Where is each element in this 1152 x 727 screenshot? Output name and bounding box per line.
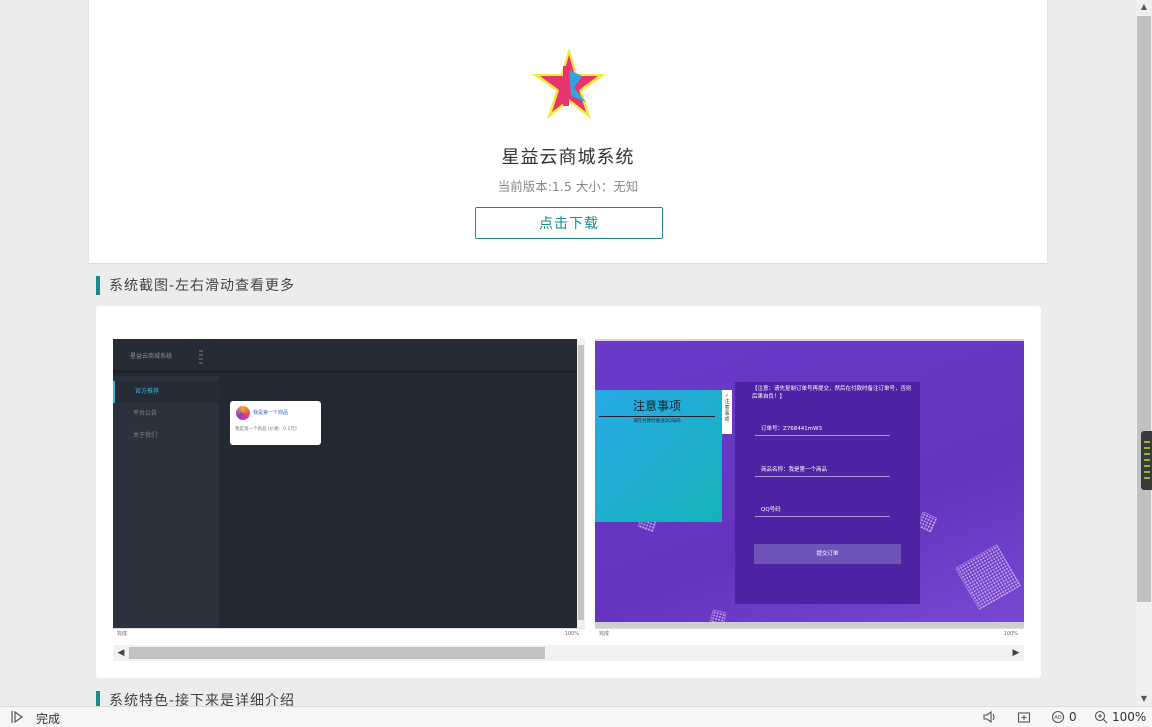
scroll-down-arrow-icon[interactable]: ▼ [1136,692,1152,706]
product-name-field: 商品名称：我是第一个商品 [755,463,890,477]
screenshots-section-title: 系统截图-左右滑动查看更多 [96,275,295,295]
notice-panel: 注意事项 请在付款时备注QQ号码 [595,390,722,522]
shot1-menu-item: 关于我们 [133,432,158,439]
scroll-up-arrow-icon[interactable]: ▲ [1136,0,1152,14]
screenshots-title-text: 系统截图-左右滑动查看更多 [109,278,296,294]
shot1-menu-item: 平台公告 [133,410,158,417]
shot1-sidebar: 官方推荐 平台公告 关于我们 [113,376,219,628]
screenshots-panel: 星益云商城系统 官方推荐 平台公告 关于我们 我是第一个商品 我是第一个商品 [… [96,306,1041,678]
product-desc: 我是第一个商品 [价格：0.1元] [235,427,297,432]
features-section-title: 系统特色-接下来是详细介绍 [96,690,295,706]
carousel-scroll-thumb[interactable] [129,647,545,659]
shot2-status-text: 完成 [599,631,610,637]
status-text: 完成 [36,712,61,726]
shot1-topbar: 星益云商城系统 [113,339,577,373]
product-name: 我是第一个商品 [253,410,289,416]
section-accent-bar [96,690,100,706]
notice-subtitle: 请在付款时备注QQ号码 [633,419,681,424]
product-avatar [236,406,250,420]
submit-order-button: 提交订单 [754,544,901,564]
adblock-indicator[interactable]: AD 0 [1051,710,1077,724]
screenshots-carousel[interactable]: 星益云商城系统 官方推荐 平台公告 关于我们 我是第一个商品 我是第一个商品 [… [113,339,1024,639]
screenshot-icon[interactable] [1017,710,1031,724]
section-accent-bar [96,275,100,295]
page-scroll-thumb[interactable] [1137,16,1151,602]
notice-tab: ✓ 注意事项 [722,390,732,434]
shot1-product-card: 我是第一个商品 我是第一个商品 [价格：0.1元] [230,401,321,445]
shot1-status-text: 完成 [117,631,128,637]
shot1-scrollbar [577,339,585,628]
shot1-zoom: 100% [564,631,579,637]
shot2-topline [595,339,1024,341]
page-scrollbar[interactable]: ▲ ▼ [1136,0,1152,706]
form-tip: 【注意：请先复制订单号再提交，然后在付款时备注订单号，否则后果自负！】 [752,386,912,400]
svg-text:AD: AD [1054,715,1061,721]
scroll-left-arrow-icon[interactable]: ◀ [113,645,129,661]
hamburger-icon [199,350,203,364]
qq-field: QQ号码 [755,503,890,517]
order-number-field: 订单号：Z768441mW3 [755,422,890,436]
decor-square [955,544,1021,610]
zoom-control[interactable]: 100% [1094,710,1146,724]
shot1-title: 星益云商城系统 [130,353,173,360]
carousel-scrollbar[interactable]: ◀ ▶ [113,645,1024,661]
app-logo [532,48,606,119]
download-button[interactable]: 点击下载 [475,207,663,239]
shot2-zoom: 100% [1003,631,1018,637]
notice-title: 注意事项 [599,397,715,417]
zoom-level: 100% [1112,710,1147,724]
screenshot-order-form[interactable]: 注意事项 请在付款时备注QQ号码 ✓ 注意事项 【注意：请先复制订单号再提交，然后… [595,339,1024,639]
features-title-text: 系统特色-接下来是详细介绍 [109,693,296,706]
speaker-icon[interactable] [982,710,998,724]
app-name: 星益云商城系统 [501,147,635,168]
blocked-count: 0 [1069,710,1077,724]
zoom-in-icon [1094,710,1108,724]
play-icon[interactable] [10,710,24,724]
shot1-statusbar: 完成 100% [113,628,585,639]
browser-statusbar: 完成 AD 0 100% [0,706,1152,727]
app-meta: 当前版本:1.5 大小：无知 [497,179,639,194]
order-form: 【注意：请先复制订单号再提交，然后在付款时备注订单号，否则后果自负！】 订单号：… [735,382,920,604]
shot2-statusbar: 完成 100% [595,628,1024,639]
screenshot-admin[interactable]: 星益云商城系统 官方推荐 平台公告 关于我们 我是第一个商品 我是第一个商品 [… [113,339,585,639]
shot1-menu-item: 官方推荐 [113,381,219,403]
adblock-icon: AD [1051,710,1065,724]
page-viewport[interactable]: 星益云商城系统 当前版本:1.5 大小：无知 点击下载 系统截图-左右滑动查看更… [0,0,1136,706]
scroll-right-arrow-icon[interactable]: ▶ [1008,645,1024,661]
side-panel-handle[interactable] [1141,431,1152,490]
app-header-card: 星益云商城系统 当前版本:1.5 大小：无知 点击下载 [88,0,1048,264]
